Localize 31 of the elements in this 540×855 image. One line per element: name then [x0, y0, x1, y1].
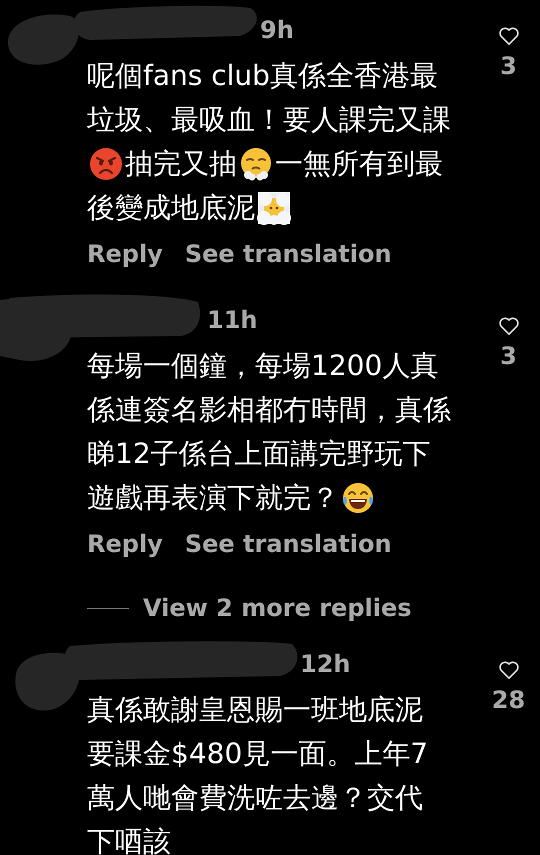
angry-face-icon: [89, 147, 123, 181]
face-in-clouds-icon: [257, 191, 291, 225]
comment-text: 萬人哋會費洗咗去邊？交代: [87, 780, 423, 816]
comment-text: 抽完又抽: [125, 146, 237, 182]
view-replies-button[interactable]: View 2 more replies: [143, 590, 412, 626]
comment-text: 遊戲再表演下就完？: [87, 480, 339, 516]
laughing-tears-icon: [341, 481, 375, 515]
comment-text: 垃圾、最吸血！要人課完又課: [87, 102, 451, 138]
heart-icon[interactable]: [498, 26, 520, 46]
comment-text: 要課金$480見一面。上年7: [87, 736, 428, 772]
comment-text: 係連簽名影相都冇時間，真係: [87, 392, 451, 428]
comment-text: 呢個fans club真係全香港最: [87, 58, 438, 94]
reply-button[interactable]: Reply: [87, 236, 163, 272]
comment-time: 12h: [300, 649, 350, 680]
comment-time: 9h: [260, 15, 294, 46]
comment-text: 真係敢謝皇恩賜一班地底泥: [87, 692, 423, 728]
heart-icon[interactable]: [498, 316, 520, 336]
comment-text: 一無所有到最: [275, 146, 443, 182]
comment-text: 下唒該: [87, 824, 171, 855]
steaming-face-icon: [239, 147, 273, 181]
reply-button[interactable]: Reply: [87, 526, 163, 562]
comment-time: 11h: [207, 305, 258, 336]
like-count: 28: [492, 685, 526, 716]
comment-text: 每場一個鐘，每場1200人真: [87, 348, 438, 384]
like-count: 3: [500, 341, 517, 372]
heart-icon[interactable]: [498, 660, 520, 680]
like-count: 3: [500, 51, 517, 82]
see-translation-button[interactable]: See translation: [184, 526, 392, 562]
see-translation-button[interactable]: See translation: [184, 236, 392, 272]
comment-text: 睇12子係台上面講完野玩下: [87, 436, 431, 472]
comment-text: 後變成地底泥: [87, 190, 255, 226]
